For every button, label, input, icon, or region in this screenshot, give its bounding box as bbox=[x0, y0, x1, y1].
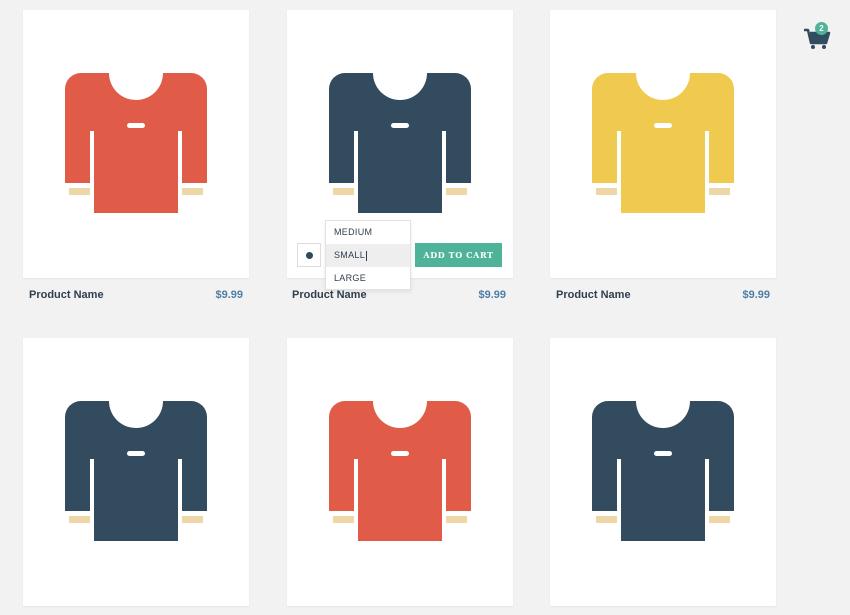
cuff-left bbox=[69, 188, 90, 195]
product-card-3[interactable] bbox=[550, 10, 776, 278]
sleeve-gap-right bbox=[705, 131, 709, 183]
sleeve-gap-left bbox=[90, 131, 94, 183]
cuff-left bbox=[69, 516, 90, 523]
size-option-large[interactable]: LARGE bbox=[326, 267, 410, 290]
chest-stripe bbox=[654, 451, 672, 456]
cuff-right bbox=[182, 516, 203, 523]
product-name[interactable]: Product Name bbox=[556, 289, 631, 301]
chest-stripe bbox=[391, 451, 409, 456]
size-option-medium[interactable]: MEDIUM bbox=[326, 221, 410, 244]
sweater-image bbox=[592, 73, 734, 213]
product-card-4[interactable] bbox=[23, 338, 249, 606]
text-cursor bbox=[366, 250, 368, 261]
product-price: $9.99 bbox=[478, 289, 506, 301]
product-price: $9.99 bbox=[742, 289, 770, 301]
color-selector[interactable] bbox=[297, 243, 321, 267]
chest-stripe bbox=[654, 123, 672, 128]
cuff-right bbox=[446, 516, 467, 523]
sleeve-gap-left bbox=[354, 459, 358, 511]
cuff-right bbox=[182, 188, 203, 195]
sleeve-gap-right bbox=[442, 131, 446, 183]
cuff-left bbox=[596, 188, 617, 195]
sleeve-gap-left bbox=[354, 131, 358, 183]
sleeve-gap-right bbox=[178, 459, 182, 511]
add-to-cart-button[interactable]: ADD TO CART bbox=[415, 243, 502, 267]
color-dot bbox=[306, 252, 313, 259]
product-name[interactable]: Product Name bbox=[29, 289, 104, 301]
sleeve-gap-left bbox=[90, 459, 94, 511]
cuff-right bbox=[709, 188, 730, 195]
product-price: $9.99 bbox=[215, 289, 243, 301]
chest-stripe bbox=[127, 451, 145, 456]
cuff-left bbox=[596, 516, 617, 523]
sleeve-gap-right bbox=[705, 459, 709, 511]
chest-stripe bbox=[391, 123, 409, 128]
sweater-image bbox=[65, 73, 207, 213]
product-meta-3: Product Name $9.99 bbox=[556, 289, 770, 305]
sweater-image bbox=[65, 401, 207, 541]
cuff-left bbox=[333, 188, 354, 195]
product-meta-1: Product Name $9.99 bbox=[29, 289, 243, 305]
cart-count-badge: 2 bbox=[815, 22, 828, 35]
product-name[interactable]: Product Name bbox=[292, 289, 367, 301]
sweater-image bbox=[329, 73, 471, 213]
cuff-right bbox=[709, 516, 730, 523]
chest-stripe bbox=[127, 123, 145, 128]
product-card-1[interactable] bbox=[23, 10, 249, 278]
sleeve-gap-left bbox=[617, 131, 621, 183]
product-meta-2: Product Name $9.99 bbox=[292, 289, 506, 305]
sleeve-gap-left bbox=[617, 459, 621, 511]
sweater-image bbox=[329, 401, 471, 541]
cuff-left bbox=[333, 516, 354, 523]
size-option-small[interactable]: SMALL bbox=[326, 244, 410, 267]
sweater-image bbox=[592, 401, 734, 541]
product-card-6[interactable] bbox=[550, 338, 776, 606]
size-dropdown[interactable]: MEDIUM SMALL LARGE bbox=[325, 220, 411, 290]
cuff-right bbox=[446, 188, 467, 195]
product-card-5[interactable] bbox=[287, 338, 513, 606]
sleeve-gap-right bbox=[178, 131, 182, 183]
sleeve-gap-right bbox=[442, 459, 446, 511]
